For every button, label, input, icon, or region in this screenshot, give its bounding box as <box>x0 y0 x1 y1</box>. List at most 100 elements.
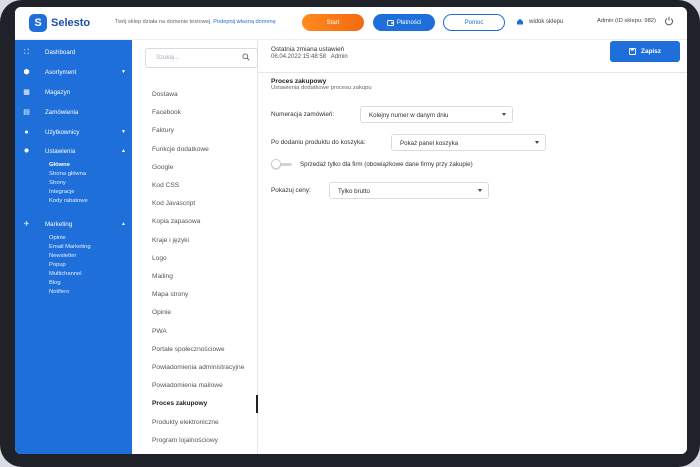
settings-nav-item[interactable]: Program lojalnościowy <box>152 437 218 444</box>
settings-sub-discount-codes[interactable]: Kody rabatowe <box>49 198 88 204</box>
settings-nav-item[interactable]: Portale społecznościowe <box>152 346 225 353</box>
sidebar-item-orders[interactable]: ▤ Zamówienia <box>15 105 132 119</box>
settings-nav-item[interactable]: Powiadomienia mailowe <box>152 382 223 389</box>
floppy-disk-icon <box>629 48 636 55</box>
caret-down-icon <box>535 141 539 144</box>
marketing-icon: ✈ <box>23 220 30 228</box>
attach-domain-link[interactable]: Podepnij własną domenę <box>213 19 276 25</box>
settings-nav-item[interactable]: Faktury <box>152 127 174 134</box>
sidebar-item-marketing[interactable]: ✈ Marketing ▲ <box>15 217 132 231</box>
sidebar-item-label: Użytkownicy <box>45 128 80 136</box>
settings-nav-item[interactable]: Facebook <box>152 109 181 116</box>
logo[interactable]: S Selesto <box>29 14 90 32</box>
after-add-to-cart-select[interactable]: Pokaż panel koszyka <box>391 134 546 151</box>
settings-nav-item[interactable]: Dostawa <box>152 91 178 98</box>
settings-nav-item[interactable]: Logo <box>152 255 167 262</box>
sidebar-item-dashboard[interactable]: ⛶ Dashboard <box>15 45 132 59</box>
warehouse-icon: ▦ <box>23 88 30 96</box>
search-icon <box>242 53 250 63</box>
settings-nav-item[interactable]: Produkty elektroniczne <box>152 419 219 426</box>
logo-text: Selesto <box>51 17 91 29</box>
assortment-icon: ⬢ <box>23 68 30 76</box>
shop-view-link[interactable]: widok sklepu <box>516 18 563 25</box>
sidebar-item-label: Ustawienia <box>45 147 76 155</box>
search-input[interactable]: Szukaj... <box>145 48 258 68</box>
settings-nav: Szukaj... Dostawa Facebook Faktury Funkcje … <box>132 40 258 454</box>
device-frame: S Selesto Twój sklep działa na domenie t… <box>0 0 700 467</box>
marketing-sub-popup[interactable]: Popup <box>49 262 66 268</box>
business-only-toggle[interactable] <box>271 159 293 169</box>
caret-down-icon <box>502 113 506 116</box>
marketing-sub-newsletter[interactable]: Newsletter <box>49 253 76 259</box>
settings-icon: ✹ <box>23 147 30 155</box>
section-subtitle: Ustawienia dodatkowe procesu zakupu <box>271 85 372 91</box>
search-placeholder: Szukaj... <box>156 55 180 61</box>
toggle-knob <box>271 159 281 169</box>
chevron-up-icon: ▲ <box>121 221 126 227</box>
marketing-sub-email-marketing[interactable]: Email Marketing <box>49 244 91 250</box>
marketing-sub-multichannel[interactable]: Multichannel <box>49 271 82 277</box>
top-bar: S Selesto Twój sklep działa na domenie t… <box>15 7 687 40</box>
marketing-sub-opinions[interactable]: Opinie <box>49 235 66 241</box>
settings-nav-item[interactable]: Kod CSS <box>152 182 179 189</box>
after-add-to-cart-value: Pokaż panel koszyka <box>400 140 459 147</box>
after-add-to-cart-label: Po dodaniu produktu do koszyka: <box>271 139 366 146</box>
settings-nav-item[interactable]: Kopia zapasowa <box>152 218 200 225</box>
logo-icon: S <box>29 14 47 32</box>
sidebar-item-settings[interactable]: ✹ Ustawienia ▲ <box>15 144 132 158</box>
orders-icon: ▤ <box>23 108 30 116</box>
settings-nav-item[interactable]: Funkcje dodatkowe <box>152 146 209 153</box>
settings-nav-item[interactable]: Opinie <box>152 309 171 316</box>
shop-view-label: widok sklepu <box>529 18 564 25</box>
save-button[interactable]: Zapisz <box>610 41 680 62</box>
settings-nav-item[interactable]: PWA <box>152 328 167 335</box>
chevron-down-icon: ▼ <box>121 69 126 75</box>
settings-sub-pages[interactable]: Strony <box>49 180 66 186</box>
payments-button[interactable]: Płatności <box>373 14 435 31</box>
caret-down-icon <box>478 189 482 192</box>
admin-account[interactable]: Admin (ID sklepu: 982) <box>597 18 656 24</box>
sidebar-item-label: Marketing <box>45 220 73 228</box>
settings-sub-homepage[interactable]: Strona główna <box>49 171 86 177</box>
order-numbering-select[interactable]: Kolejny numer w danym dniu <box>360 106 513 123</box>
save-label: Zapisz <box>641 48 661 55</box>
settings-sub-main[interactable]: Główne <box>49 162 70 168</box>
wallet-icon <box>386 19 394 26</box>
sidebar-item-label: Zamówienia <box>45 108 79 116</box>
chevron-down-icon: ▼ <box>121 129 126 135</box>
show-prices-value: Tylko brutto <box>338 188 370 195</box>
settings-nav-item[interactable]: Powiadomienia administracyjne <box>152 364 244 371</box>
settings-nav-item[interactable]: Kod Javascript <box>152 200 195 207</box>
last-change-date: 06.04.2022 15:48:58 <box>271 54 327 60</box>
settings-sub-integrations[interactable]: Integracje <box>49 189 74 195</box>
header-divider <box>258 72 687 73</box>
app-screen: S Selesto Twój sklep działa na domenie t… <box>15 7 687 454</box>
main-content: Ostatnia zmiana ustawień 06.04.2022 15:4… <box>258 40 687 454</box>
order-numbering-value: Kolejny numer w danym dniu <box>369 112 449 119</box>
order-numbering-label: Numeracja zamówień: <box>271 111 335 118</box>
sidebar-item-users[interactable]: ● Użytkownicy ▼ <box>15 125 132 139</box>
settings-nav-item[interactable]: Kraje i języki <box>152 237 189 244</box>
last-change-title: Ostatnia zmiana ustawień <box>271 46 345 53</box>
settings-nav-item[interactable]: Proces zakupowy <box>152 400 207 407</box>
show-prices-label: Pokazuj ceny: <box>271 187 311 194</box>
help-button[interactable]: Pomoc <box>443 14 505 31</box>
show-prices-select[interactable]: Tylko brutto <box>329 182 489 199</box>
domain-notice: Twój sklep działa na domenie testowej. P… <box>115 19 276 25</box>
settings-nav-item[interactable]: Google <box>152 164 173 171</box>
logout-power-icon[interactable] <box>664 16 676 28</box>
start-button[interactable]: Start <box>302 14 364 31</box>
dashboard-icon: ⛶ <box>24 48 29 56</box>
last-change-user: Admin <box>330 54 348 60</box>
settings-nav-item[interactable]: Mapa strony <box>152 291 188 298</box>
sidebar-item-assortment[interactable]: ⬢ Asortyment ▼ <box>15 65 132 79</box>
payments-label: Płatności <box>396 19 422 26</box>
section-title: Proces zakupowy <box>271 78 327 85</box>
last-change-info: 06.04.2022 15:48:58 Admin <box>271 54 348 60</box>
marketing-sub-blog[interactable]: Blog <box>49 280 61 286</box>
settings-nav-item[interactable]: Mailing <box>152 273 173 280</box>
marketing-sub-notifero[interactable]: Notifero <box>49 289 69 295</box>
domain-notice-text: Twój sklep działa na domenie testowej. <box>115 19 212 25</box>
sidebar-item-label: Asortyment <box>45 68 77 76</box>
sidebar-item-warehouse[interactable]: ▦ Magazyn <box>15 85 132 99</box>
